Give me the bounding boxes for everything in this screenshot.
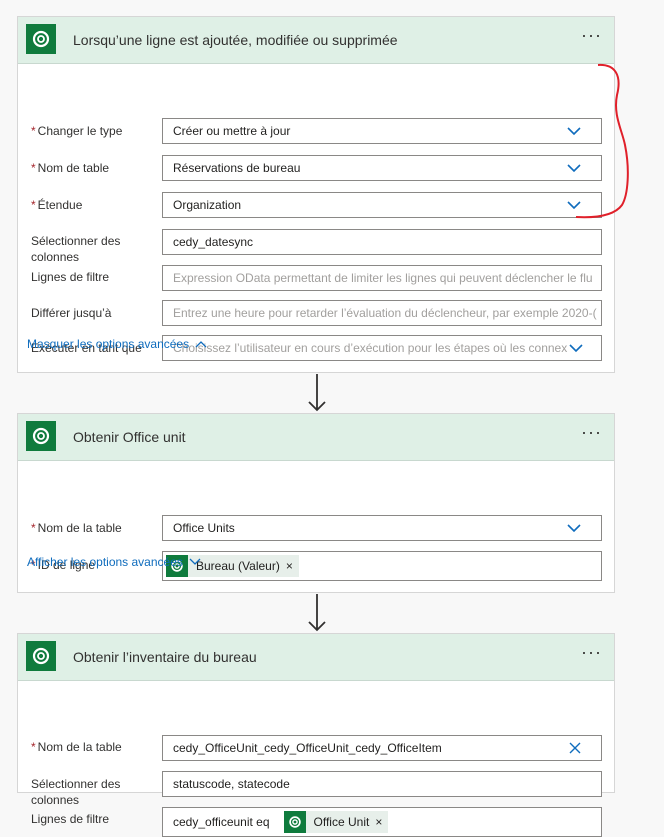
select-columns-value: cedy_datesync [173,235,254,249]
more-icon[interactable]: ··· [581,25,602,46]
inventory-columns-label: Sélectionner des colonnes [31,777,121,807]
trigger-card-header[interactable]: Lorsqu’une ligne est ajoutée, modifiée o… [18,17,614,64]
arrow-down-icon [308,594,326,632]
hide-advanced-options-label: Masquer les options avancées [27,337,190,351]
token-label: Office Unit [313,815,370,829]
change-type-dropdown[interactable]: Créer ou mettre à jour [162,118,602,144]
filter-rows-input[interactable]: Expression OData permettant de limiter l… [162,265,602,291]
get-office-inventory-header[interactable]: Obtenir l’inventaire du bureau ··· [18,634,614,681]
close-icon[interactable] [569,742,581,754]
table-name-label: * Nom de table [31,161,110,175]
inventory-table-value: cedy_OfficeUnit_cedy_OfficeUnit_cedy_Off… [173,741,442,755]
table-name-value: Réservations de bureau [173,161,301,175]
scope-label: * Étendue [31,198,83,212]
dataverse-logo-icon [26,24,56,54]
table-name-dropdown[interactable]: Réservations de bureau [162,155,602,181]
dynamic-content-token[interactable]: Office Unit × [283,811,389,833]
delay-until-input[interactable]: Entrez une heure pour retarder l’évaluat… [162,300,602,326]
hide-advanced-options-link[interactable]: Masquer les options avancées [27,337,207,351]
select-columns-input[interactable]: cedy_datesync [162,229,602,255]
trigger-card: Lorsqu’une ligne est ajoutée, modifiée o… [17,16,615,373]
change-type-label: * Changer le type [31,124,123,138]
filter-rows-label: Lignes de filtre [31,270,110,284]
close-icon[interactable]: × [375,815,382,829]
show-advanced-options-label: Afficher les options avancées [27,555,183,569]
filter-rows-placeholder: Expression OData permettant de limiter l… [173,271,593,285]
get-office-inventory-card: Obtenir l’inventaire du bureau ··· * Nom … [17,633,615,837]
delay-until-placeholder: Entrez une heure pour retarder l’évaluat… [173,306,597,320]
dataverse-logo-icon [26,421,56,451]
get-office-unit-card: Obtenir Office unit ··· * Nom de la table… [17,413,615,593]
delay-until-label: Différer jusqu’à [31,306,112,320]
filter-prefix-text: cedy_officeunit eq [173,815,270,829]
close-icon[interactable]: × [286,559,293,573]
chevron-down-icon [189,558,201,565]
inventory-filter-label: Lignes de filtre [31,812,110,826]
run-as-dropdown[interactable]: Choisissez l’utilisateur en cours d’exéc… [162,335,602,361]
row-id-input[interactable]: Bureau (Valeur) × [162,551,602,581]
get-office-unit-title: Obtenir Office unit [73,429,186,445]
show-advanced-options-link[interactable]: Afficher les options avancées [27,555,201,569]
get-office-inventory-title: Obtenir l’inventaire du bureau [73,649,257,665]
unit-table-value: Office Units [173,521,235,535]
dataverse-logo-icon [283,811,306,833]
dataverse-logo-icon [26,641,56,671]
more-icon[interactable]: ··· [581,642,602,663]
inventory-table-label: * Nom de la table [31,740,122,754]
run-as-placeholder: Choisissez l’utilisateur en cours d’exéc… [173,341,568,355]
scope-value: Organization [173,198,242,212]
trigger-card-title: Lorsqu’une ligne est ajoutée, modifiée o… [73,32,398,48]
inventory-filter-input[interactable]: cedy_officeunit eq Office Unit × [162,807,602,837]
get-office-unit-header[interactable]: Obtenir Office unit ··· [18,414,614,461]
unit-table-dropdown[interactable]: Office Units [162,515,602,541]
chevron-down-icon[interactable] [569,343,583,353]
scope-dropdown[interactable]: Organization [162,192,602,218]
arrow-down-icon [308,374,326,412]
token-label: Bureau (Valeur) [196,559,280,573]
change-type-value: Créer ou mettre à jour [173,124,291,138]
chevron-down-icon[interactable] [567,523,581,533]
select-columns-label: Sélectionner des colonnes [31,234,121,264]
inventory-columns-value: statuscode, statecode [173,777,290,791]
more-icon[interactable]: ··· [581,422,602,443]
annotation-bracket [575,63,629,219]
unit-table-label: * Nom de la table [31,521,122,535]
chevron-up-icon [195,341,207,348]
inventory-table-input[interactable]: cedy_OfficeUnit_cedy_OfficeUnit_cedy_Off… [162,735,602,761]
